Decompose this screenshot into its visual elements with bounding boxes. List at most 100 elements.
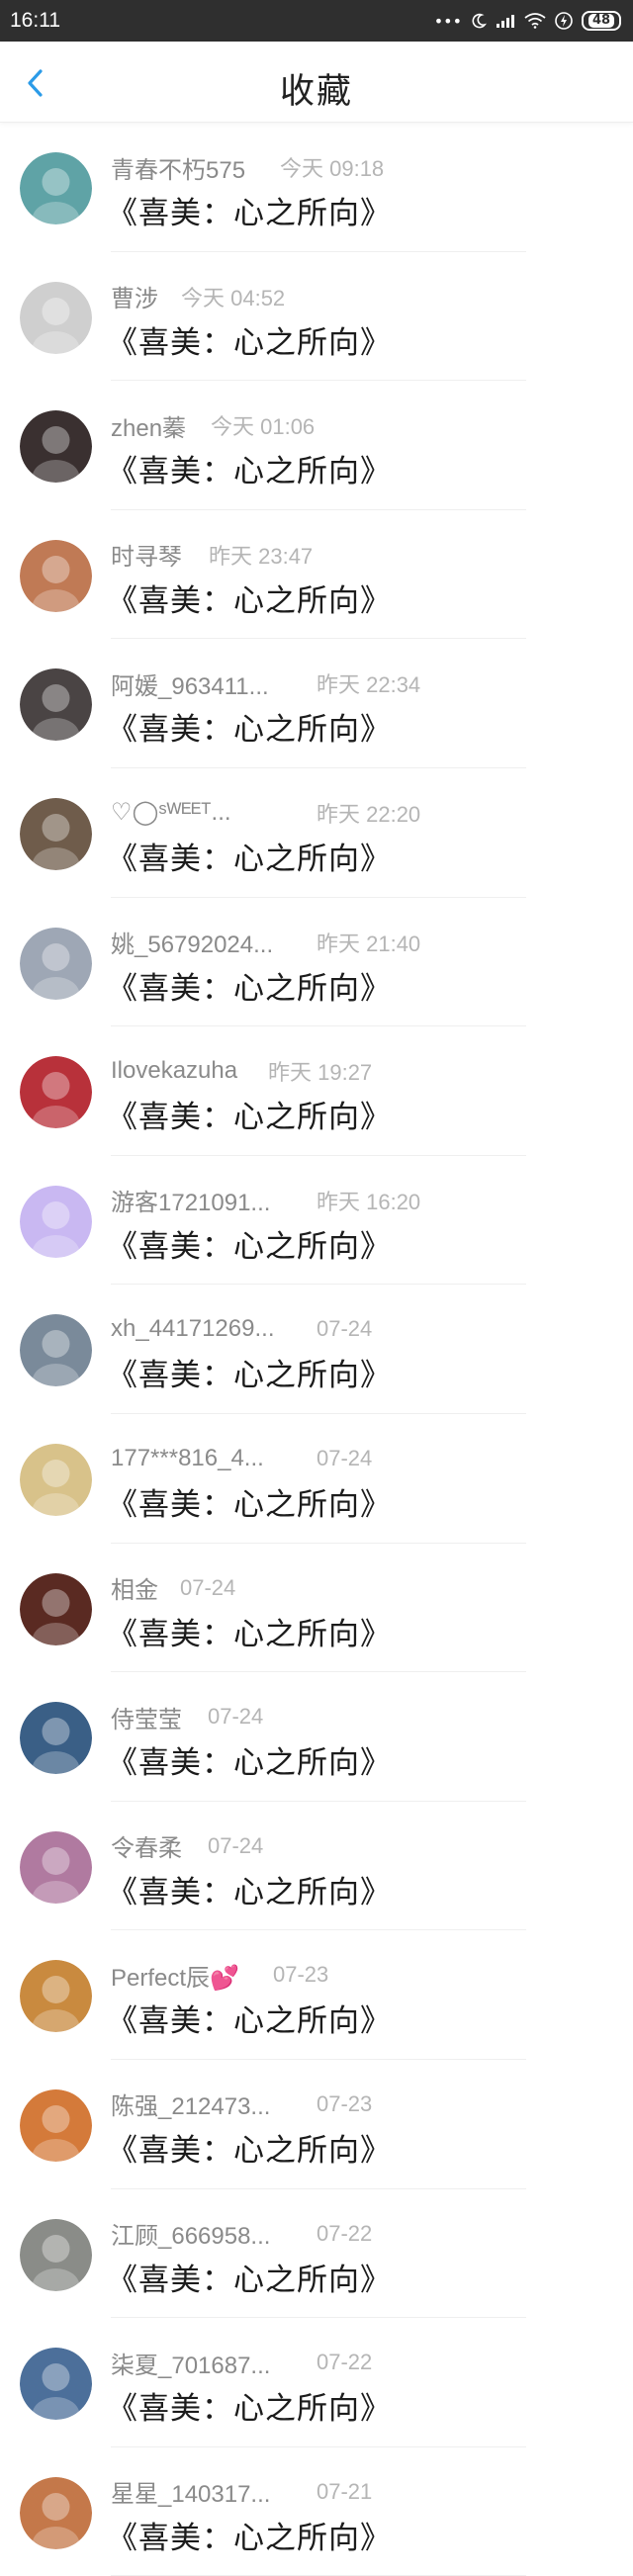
favorite-list-item[interactable]: 姚_56792024... 昨天 21:40 《喜美：心之所向》 (0, 898, 633, 1027)
item-meta: xh_44171269... (111, 1314, 274, 1344)
avatar[interactable] (20, 2348, 92, 2421)
avatar[interactable] (20, 1056, 92, 1129)
favorite-title[interactable]: 《喜美：心之所向》 (107, 1996, 392, 2040)
favorite-title[interactable]: 《喜美：心之所向》 (107, 317, 392, 362)
favorite-list-item[interactable]: 阿媛_963411... 昨天 22:34 《喜美：心之所向》 (0, 639, 633, 768)
item-meta: 柒夏_701687... (111, 2346, 270, 2380)
username[interactable]: 侍莹莹 (111, 1700, 182, 1734)
username[interactable]: 青春不朽575 (111, 150, 245, 185)
favorite-list-item[interactable]: 陈强_212473... 07-23 《喜美：心之所向》 (0, 2060, 633, 2189)
favorite-list-item[interactable]: 侍莹莹 07-24 《喜美：心之所向》 (0, 1672, 633, 1802)
timestamp: 今天 01:06 (211, 414, 316, 440)
item-meta: 侍莹莹 (111, 1700, 182, 1734)
favorite-title[interactable]: 《喜美：心之所向》 (107, 1609, 392, 1653)
favorite-list-item[interactable]: 柒夏_701687... 07-22 《喜美：心之所向》 (0, 2318, 633, 2447)
item-meta: 相金 (111, 1570, 158, 1605)
signal-icon (496, 13, 515, 29)
favorite-title[interactable]: 《喜美：心之所向》 (107, 963, 392, 1008)
username[interactable]: zhen蓁 (111, 408, 186, 443)
avatar[interactable] (20, 927, 92, 1000)
status-icons: ••• 48 (434, 11, 621, 31)
username[interactable]: 星星_140317... (111, 2474, 270, 2509)
favorite-list-item[interactable]: 时寻琴 昨天 23:47 《喜美：心之所向》 (0, 510, 633, 640)
favorite-title[interactable]: 《喜美：心之所向》 (107, 1737, 392, 1782)
favorite-list-item[interactable]: 江顾_666958... 07-22 《喜美：心之所向》 (0, 2189, 633, 2319)
favorite-title[interactable]: 《喜美：心之所向》 (107, 2383, 392, 2428)
username[interactable]: ♡◯ˢᵂᴱᴱᵀ... (111, 798, 231, 827)
battery-level: 48 (588, 14, 615, 28)
item-meta: Perfect辰💕 (111, 1958, 239, 1993)
avatar[interactable] (20, 2476, 92, 2549)
item-meta: ♡◯ˢᵂᴱᴱᵀ... (111, 798, 231, 828)
favorite-list-item[interactable]: 星星_140317... 07-21 《喜美：心之所向》 (0, 2447, 633, 2576)
username[interactable]: 姚_56792024... (111, 925, 273, 959)
favorite-list-item[interactable]: 曹涉 今天 04:52 《喜美：心之所向》 (0, 252, 633, 382)
avatar[interactable] (20, 1960, 92, 2033)
item-meta: 陈强_212473... (111, 2087, 270, 2121)
favorite-title[interactable]: 《喜美：心之所向》 (107, 2513, 392, 2557)
favorite-title[interactable]: 《喜美：心之所向》 (107, 704, 392, 749)
avatar[interactable] (20, 281, 92, 354)
moon-icon (471, 13, 487, 29)
favorite-list-item[interactable]: zhen蓁 今天 01:06 《喜美：心之所向》 (0, 381, 633, 510)
username[interactable]: 柒夏_701687... (111, 2346, 270, 2380)
favorite-list-item[interactable]: xh_44171269... 07-24 《喜美：心之所向》 (0, 1285, 633, 1414)
username[interactable]: xh_44171269... (111, 1315, 274, 1343)
avatar[interactable] (20, 1314, 92, 1387)
username[interactable]: 陈强_212473... (111, 2087, 270, 2121)
avatar[interactable] (20, 2218, 92, 2291)
username[interactable]: 游客1721091... (111, 1183, 270, 1217)
timestamp: 07-24 (208, 1704, 264, 1730)
favorite-title[interactable]: 《喜美：心之所向》 (107, 2255, 392, 2299)
favorite-list-item[interactable]: Ilovekazuha 昨天 19:27 《喜美：心之所向》 (0, 1026, 633, 1156)
timestamp: 07-21 (316, 2478, 373, 2504)
timestamp: 昨天 19:27 (268, 1060, 373, 1086)
favorite-list-item[interactable]: 令春柔 07-24 《喜美：心之所向》 (0, 1802, 633, 1931)
favorite-list-item[interactable]: 青春不朽575 今天 09:18 《喜美：心之所向》 (0, 123, 633, 252)
favorite-list-item[interactable]: 相金 07-24 《喜美：心之所向》 (0, 1544, 633, 1673)
favorite-title[interactable]: 《喜美：心之所向》 (107, 2125, 392, 2170)
favorite-list-item[interactable]: 177***816_4... 07-24 《喜美：心之所向》 (0, 1414, 633, 1544)
avatar[interactable] (20, 1702, 92, 1775)
timestamp: 07-24 (316, 1445, 373, 1470)
timestamp: 今天 04:52 (181, 285, 286, 311)
item-meta: 姚_56792024... (111, 925, 273, 959)
username[interactable]: Perfect辰💕 (111, 1958, 239, 1993)
status-time: 16:11 (10, 9, 60, 32)
username[interactable]: Ilovekazuha (111, 1057, 237, 1085)
username[interactable]: 时寻琴 (111, 537, 182, 572)
favorite-title[interactable]: 《喜美：心之所向》 (107, 1479, 392, 1524)
item-meta: 时寻琴 (111, 537, 182, 572)
avatar[interactable] (20, 539, 92, 612)
avatar[interactable] (20, 1185, 92, 1258)
item-meta: 177***816_4... (111, 1444, 264, 1473)
timestamp: 07-24 (180, 1574, 236, 1600)
username[interactable]: 曹涉 (111, 279, 158, 313)
favorite-title[interactable]: 《喜美：心之所向》 (107, 1221, 392, 1266)
favorite-title[interactable]: 《喜美：心之所向》 (107, 1867, 392, 1911)
avatar[interactable] (20, 152, 92, 224)
avatar[interactable] (20, 1443, 92, 1516)
favorite-title[interactable]: 《喜美：心之所向》 (107, 834, 392, 878)
username[interactable]: 177***816_4... (111, 1445, 264, 1472)
favorite-list-item[interactable]: 游客1721091... 昨天 16:20 《喜美：心之所向》 (0, 1156, 633, 1286)
favorite-title[interactable]: 《喜美：心之所向》 (107, 1350, 392, 1394)
username[interactable]: 令春柔 (111, 1828, 182, 1863)
avatar[interactable] (20, 797, 92, 870)
item-meta: 令春柔 (111, 1828, 182, 1863)
avatar[interactable] (20, 410, 92, 484)
item-meta: 曹涉 (111, 279, 158, 313)
favorite-list-item[interactable]: ♡◯ˢᵂᴱᴱᵀ... 昨天 22:20 《喜美：心之所向》 (0, 768, 633, 898)
favorite-title[interactable]: 《喜美：心之所向》 (107, 576, 392, 620)
favorite-title[interactable]: 《喜美：心之所向》 (107, 188, 392, 232)
avatar[interactable] (20, 2088, 92, 2162)
favorite-title[interactable]: 《喜美：心之所向》 (107, 1092, 392, 1136)
favorite-title[interactable]: 《喜美：心之所向》 (107, 446, 392, 490)
avatar[interactable] (20, 1830, 92, 1904)
username[interactable]: 阿媛_963411... (111, 666, 269, 701)
username[interactable]: 相金 (111, 1570, 158, 1605)
username[interactable]: 江顾_666958... (111, 2216, 270, 2251)
avatar[interactable] (20, 668, 92, 742)
favorite-list-item[interactable]: Perfect辰💕 07-23 《喜美：心之所向》 (0, 1930, 633, 2060)
avatar[interactable] (20, 1572, 92, 1645)
